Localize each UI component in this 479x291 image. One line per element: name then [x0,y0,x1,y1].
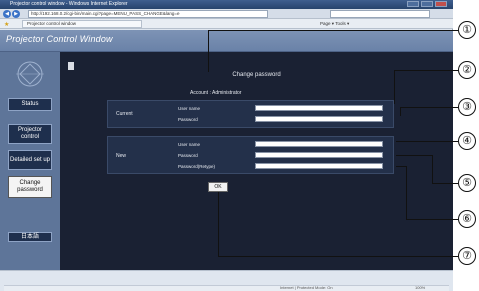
window-controls [407,1,447,7]
callout-4: ④ [458,132,476,150]
account-value: Administrator [211,90,242,96]
callout-line-3-vertical [400,107,401,116]
toolbar-tools[interactable]: Page ▾ Tools ▾ [320,21,349,27]
browser-window: Projector control window - Windows Inter… [0,0,453,291]
security-zone: Internet | Protected Mode: On [280,285,333,290]
tab-bar: ★ Projector control window Page ▾ Tools … [0,19,453,29]
status-strip [4,285,449,291]
sidebar-item-projector-control[interactable]: Projector control [8,124,52,144]
callout-line-5-vertical [432,155,433,183]
back-icon[interactable]: ◀ [3,10,11,18]
callout-3: ③ [458,98,476,116]
current-credentials-group: Current User name Password [107,100,394,128]
zoom-level[interactable]: 100% [415,285,425,290]
new-credentials-group: New User name Password Password(Retype) [107,136,394,174]
new-password-retype-label: Password(Retype) [178,164,216,169]
callout-2: ② [458,61,476,79]
callout-line-4 [396,141,458,142]
window-titlebar: Projector control window - Windows Inter… [0,0,453,9]
new-password-label: Password [178,153,198,158]
nav-buttons: ◀ ▶ [3,10,21,18]
window-title: Projector control window - Windows Inter… [10,1,128,7]
maximize-button[interactable] [421,1,433,7]
status-bar: Internet | Protected Mode: On 100% [0,270,453,291]
callout-1: ① [458,21,476,39]
callout-line-6b [406,219,458,220]
current-password-input[interactable] [255,116,383,122]
new-username-label: User name [178,142,201,147]
new-password-retype-input[interactable] [255,163,383,169]
sidebar-item-japanese[interactable]: 日本語 [8,232,52,242]
current-group-label: Current [116,111,133,117]
callout-line-6-vertical [406,166,407,219]
sidebar-item-status[interactable]: Status [8,98,52,111]
account-info: Account : Administrator [190,90,241,96]
callout-6: ⑥ [458,210,476,228]
new-password-retype-row: Password(Retype) [178,163,383,170]
current-password-row: Password [178,116,383,123]
current-password-label: Password [178,117,198,122]
app-header: Projector Control Window [0,30,453,52]
callout-line-3 [400,107,458,108]
projector-logo-icon [16,61,44,87]
callout-line-2 [394,70,458,71]
tab-projector-control[interactable]: Projector control window [22,20,142,28]
sidebar-item-change-password[interactable]: Change password [8,176,52,198]
callout-line-7 [218,256,458,257]
callout-7: ⑦ [458,247,476,265]
callout-line-6a [396,166,406,167]
new-username-input[interactable] [255,141,383,147]
new-password-input[interactable] [255,152,383,158]
app-title: Projector Control Window [6,34,113,44]
current-username-input[interactable] [255,105,383,111]
ok-button[interactable]: OK [208,182,228,192]
current-username-label: User name [178,106,201,111]
callout-line-5a [396,155,432,156]
close-button[interactable] [435,1,447,7]
callout-line-1-vertical [208,30,209,72]
new-password-row: Password [178,152,383,159]
callout-line-2-vertical [394,70,395,104]
callout-line-7-vertical [218,192,219,256]
sidebar-item-detailed-setup[interactable]: Detailed set up [8,150,52,170]
panel-tab [68,62,74,70]
callout-5: ⑤ [458,174,476,192]
favorites-star-icon[interactable]: ★ [4,21,9,28]
sidebar: Status Projector control Detailed set up… [0,52,60,270]
current-username-row: User name [178,105,383,112]
account-label: Account : [190,90,211,96]
search-input[interactable] [330,10,430,18]
new-username-row: User name [178,141,383,148]
new-group-label: New [116,153,127,159]
callout-line-1 [208,30,458,31]
url-field[interactable]: http://192.168.0.2/cgi-bin/main.cgi?page… [28,10,268,18]
forward-icon[interactable]: ▶ [12,10,20,18]
minimize-button[interactable] [407,1,419,7]
address-bar: ◀ ▶ http://192.168.0.2/cgi-bin/main.cgi?… [0,9,453,19]
callout-line-5b [432,183,458,184]
